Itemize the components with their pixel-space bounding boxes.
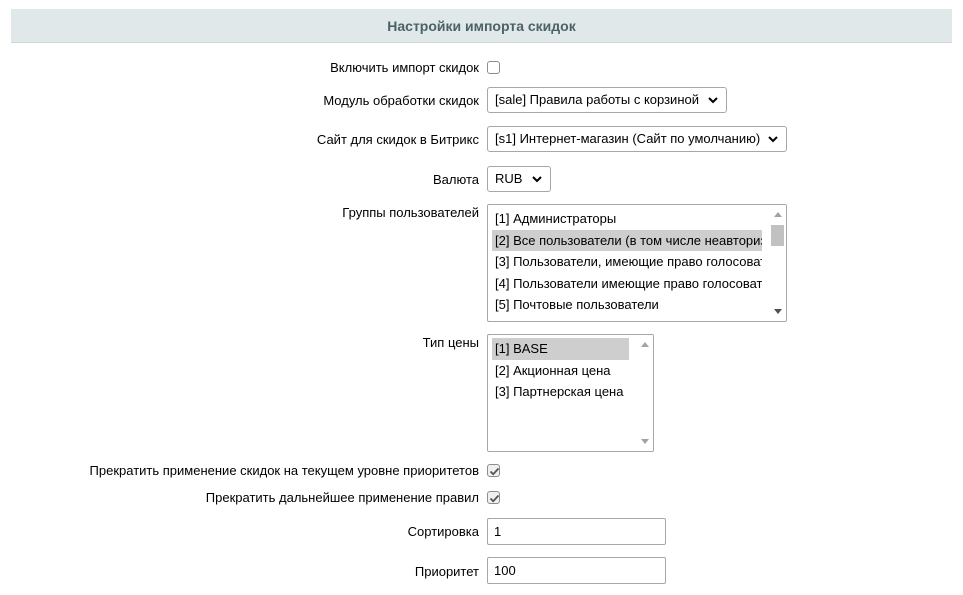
check-icon bbox=[489, 467, 500, 476]
list-item[interactable]: [5] Почтовые пользователи bbox=[492, 294, 762, 316]
site-value: [s1] Интернет-магазин (Сайт по умолчанию… bbox=[495, 131, 761, 146]
list-item[interactable]: [3] Партнерская цена bbox=[492, 381, 629, 403]
currency-value: RUB bbox=[495, 171, 523, 186]
stop-current-level-label: Прекратить применение скидок на текущем … bbox=[89, 463, 479, 478]
priority-input[interactable] bbox=[487, 557, 666, 584]
list-item[interactable]: [1] Администраторы bbox=[492, 208, 762, 230]
price-type-scrollbar[interactable] bbox=[636, 335, 653, 451]
chevron-down-icon bbox=[768, 136, 778, 143]
list-item[interactable]: [2] Все пользователи (в том числе неавто… bbox=[492, 229, 762, 251]
site-label: Сайт для скидок в Битрикс bbox=[316, 132, 479, 147]
user-groups-label: Группы пользователей bbox=[342, 205, 479, 220]
chevron-down-icon bbox=[532, 176, 542, 183]
currency-select[interactable]: RUB bbox=[487, 166, 551, 192]
scroll-up-arrow-icon[interactable] bbox=[641, 342, 649, 347]
enable-import-label: Включить импорт скидок bbox=[330, 60, 479, 75]
currency-label: Валюта bbox=[433, 172, 479, 187]
list-item[interactable]: [1] BASE bbox=[492, 338, 629, 360]
site-select[interactable]: [s1] Интернет-магазин (Сайт по умолчанию… bbox=[487, 126, 787, 152]
list-item[interactable]: [4] Пользователи имеющие право голосоват… bbox=[492, 273, 762, 295]
section-title: Настройки импорта скидок bbox=[387, 18, 576, 34]
stop-further-rules-checkbox[interactable] bbox=[487, 491, 500, 504]
discount-module-select[interactable]: [sale] Правила работы с корзиной bbox=[487, 87, 727, 113]
stop-current-level-checkbox[interactable] bbox=[487, 464, 500, 477]
scroll-down-arrow-icon[interactable] bbox=[774, 309, 782, 314]
discount-module-value: [sale] Правила работы с корзиной bbox=[495, 92, 699, 107]
stop-further-rules-label: Прекратить дальнейшее применение правил bbox=[205, 490, 479, 505]
scroll-down-arrow-icon[interactable] bbox=[641, 439, 649, 444]
price-type-label: Тип цены bbox=[422, 335, 479, 350]
user-groups-scrollbar[interactable] bbox=[769, 205, 786, 321]
chevron-down-icon bbox=[708, 97, 718, 104]
sort-input[interactable] bbox=[487, 518, 666, 545]
enable-import-checkbox[interactable] bbox=[487, 61, 500, 74]
sort-label: Сортировка bbox=[407, 524, 479, 539]
user-groups-listbox[interactable]: [1] Администраторы [2] Все пользователи … bbox=[487, 204, 787, 322]
scrollbar-thumb[interactable] bbox=[771, 225, 784, 246]
list-item[interactable]: [2] Акционная цена bbox=[492, 360, 629, 382]
priority-label: Приоритет bbox=[414, 564, 479, 579]
price-type-listbox[interactable]: [1] BASE [2] Акционная цена [3] Партнерс… bbox=[487, 334, 654, 452]
scroll-up-arrow-icon[interactable] bbox=[774, 212, 782, 217]
discount-module-label: Модуль обработки скидок bbox=[323, 93, 479, 108]
check-icon bbox=[489, 494, 500, 503]
list-item[interactable]: [3] Пользователи, имеющие право голосова… bbox=[492, 251, 762, 273]
section-header: Настройки импорта скидок bbox=[11, 9, 952, 43]
